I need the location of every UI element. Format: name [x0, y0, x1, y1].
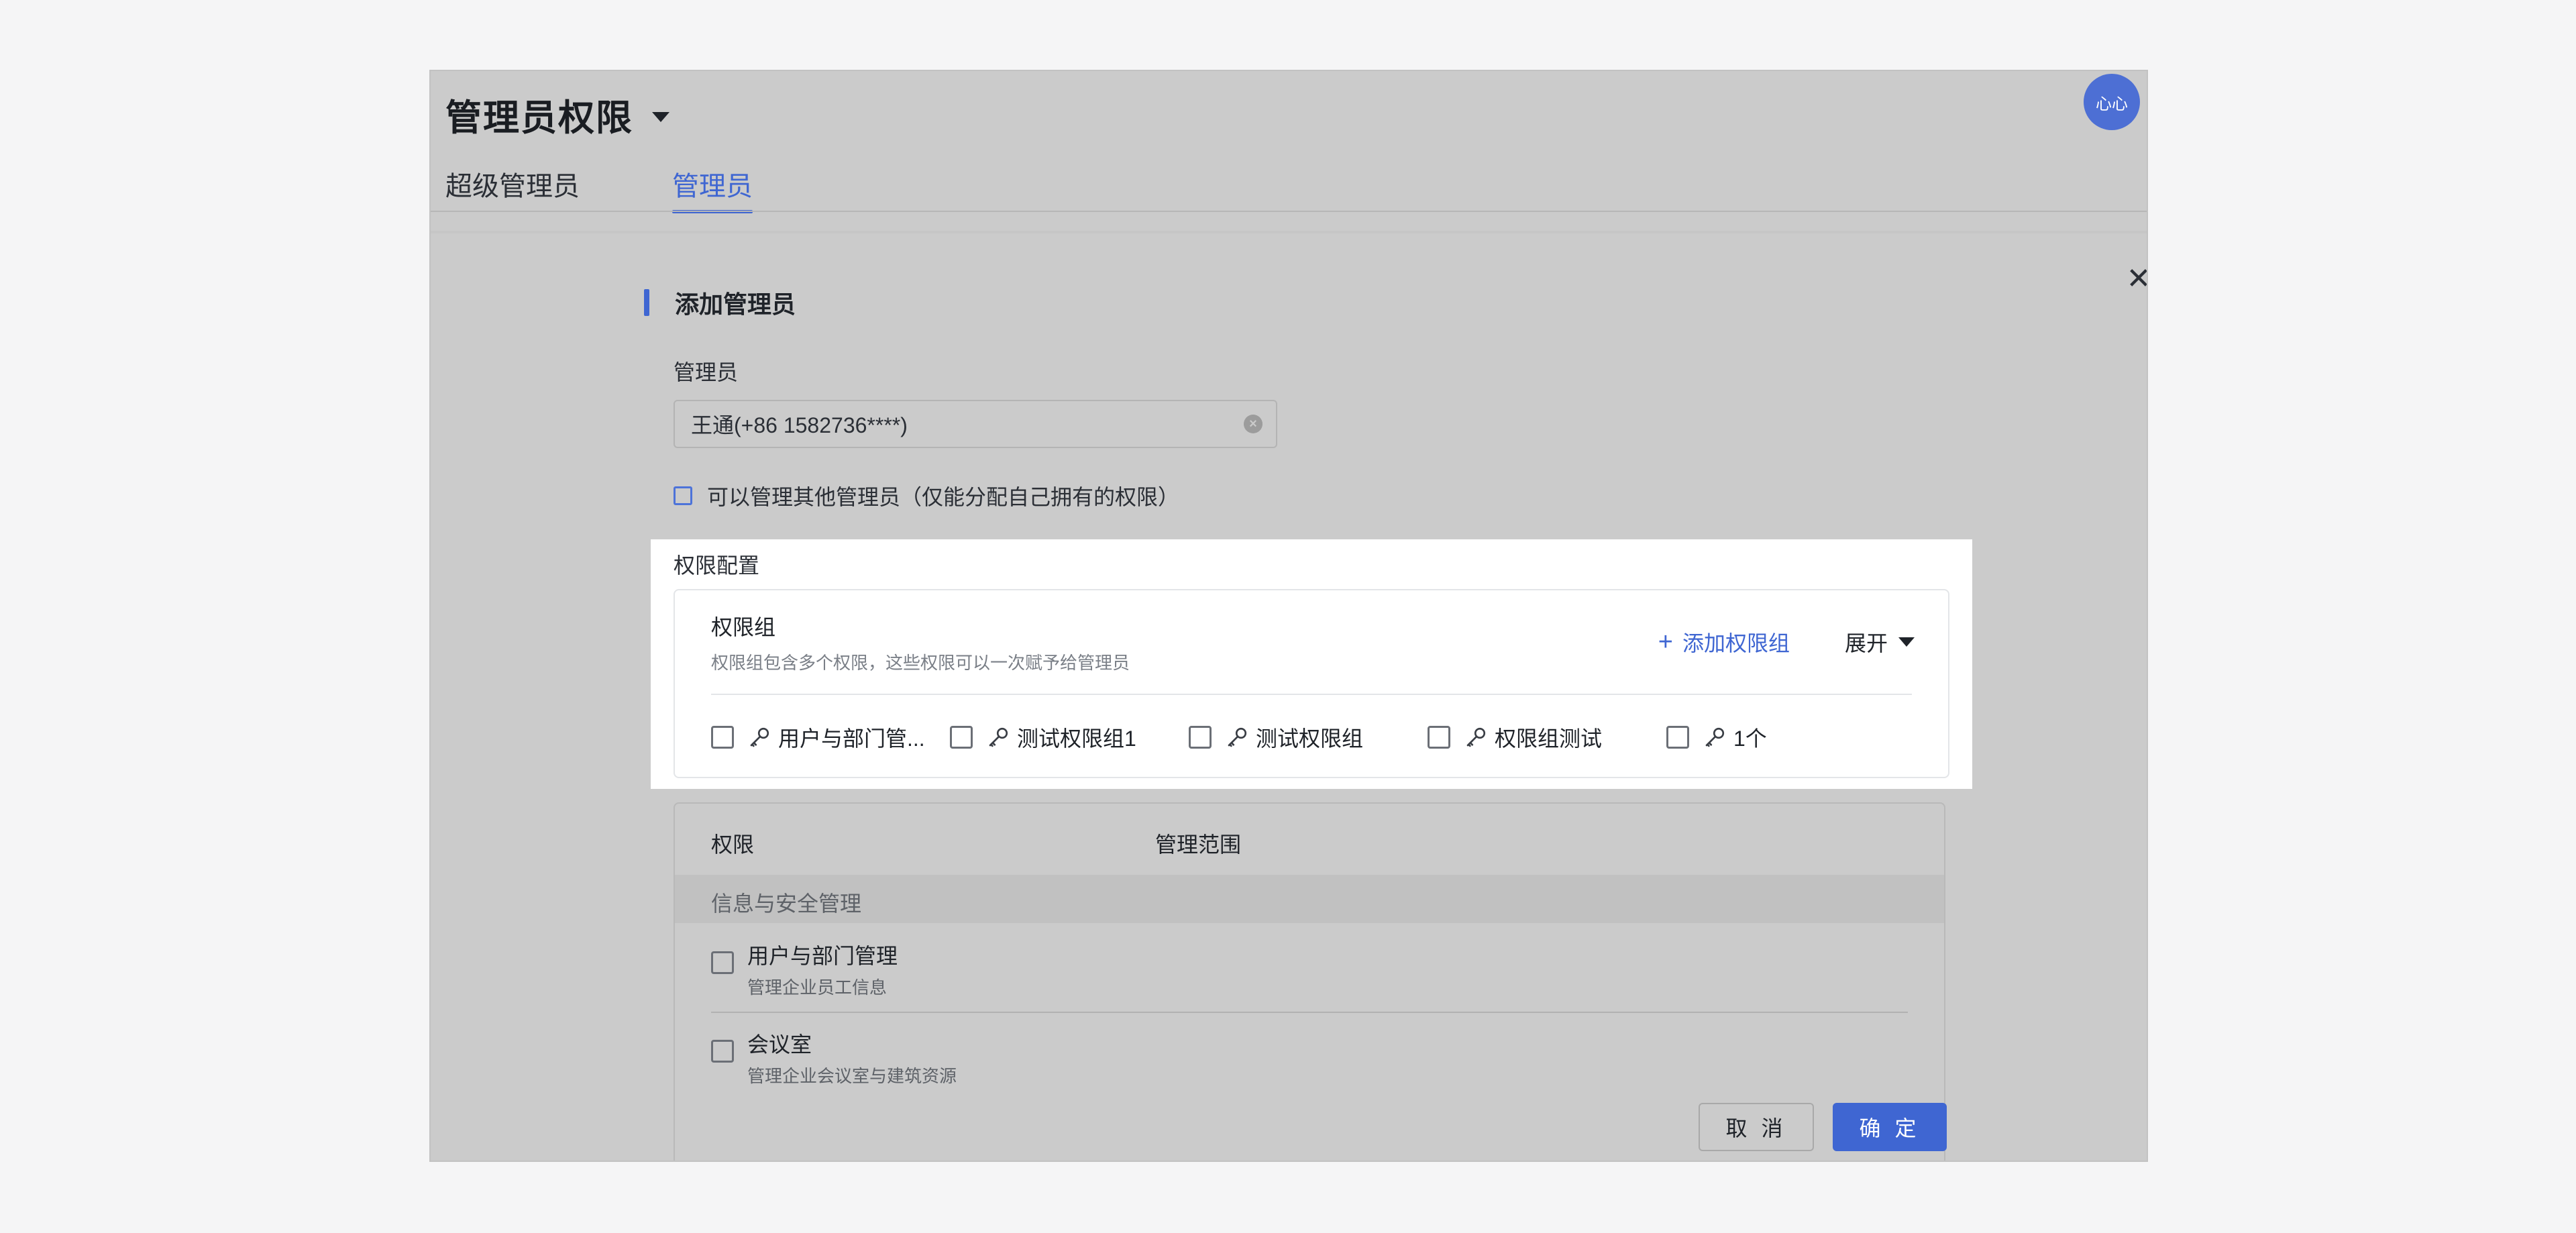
group-checkbox[interactable]	[711, 726, 734, 749]
permission-group-title: 权限组	[711, 615, 776, 639]
add-permission-group-button[interactable]: + 添加权限组	[1658, 627, 1790, 657]
key-icon	[989, 727, 1008, 747]
close-icon[interactable]: ✕	[2123, 263, 2147, 295]
group-checkbox[interactable]	[1189, 726, 1212, 749]
page-title: 管理员权限	[445, 97, 633, 138]
manage-others-checkbox[interactable]	[674, 486, 692, 505]
category-label: 信息与安全管理	[711, 892, 862, 916]
permission-group-item[interactable]: 1个	[1666, 722, 1905, 753]
category-row: 信息与安全管理	[675, 875, 1944, 923]
caret-down-icon	[1898, 637, 1915, 647]
group-label: 权限组测试	[1495, 727, 1603, 751]
permission-config-label: 权限配置	[674, 553, 760, 578]
plus-icon: +	[1658, 628, 1673, 656]
permission-name: 用户与部门管理	[747, 944, 898, 968]
permission-name: 会议室	[747, 1032, 812, 1057]
permission-desc: 管理企业员工信息	[747, 977, 888, 998]
permission-checkbox[interactable]	[711, 951, 734, 974]
tab-admin[interactable]: 管理员	[672, 160, 753, 213]
admin-permissions-window: 管理员权限 心心 超级管理员 管理员 ✕ 添加管理员 管理员 王通(+86 15…	[429, 70, 2148, 1162]
permission-group-desc: 权限组包含多个权限，这些权限可以一次赋予给管理员	[711, 653, 1130, 673]
permission-checkbox[interactable]	[711, 1040, 734, 1063]
group-checkbox[interactable]	[950, 726, 973, 749]
manage-others-option[interactable]: 可以管理其他管理员（仅能分配自己拥有的权限）	[674, 480, 1179, 511]
permission-group-item[interactable]: 测试权限组	[1189, 722, 1428, 753]
key-icon	[1228, 727, 1247, 747]
key-icon	[1705, 727, 1725, 747]
clear-icon[interactable]: ×	[1244, 415, 1263, 433]
avatar[interactable]: 心心	[2084, 74, 2140, 130]
admin-select[interactable]: 王通(+86 1582736****) ×	[674, 400, 1277, 448]
cancel-button[interactable]: 取 消	[1699, 1103, 1814, 1151]
header-divider	[431, 211, 2147, 212]
manage-others-label: 可以管理其他管理员（仅能分配自己拥有的权限）	[707, 485, 1180, 509]
permission-group-list: 用户与部门管... 测试权限组1 测试权限组 权限组测试 1个	[711, 722, 1905, 753]
column-header-permission: 权限	[711, 833, 755, 857]
title-dropdown-icon[interactable]	[652, 111, 669, 122]
section-header: 添加管理员	[644, 287, 796, 318]
expand-toggle[interactable]: 展开	[1845, 627, 1915, 657]
key-icon	[1466, 727, 1486, 747]
permission-group-card: 权限组 权限组包含多个权限，这些权限可以一次赋予给管理员 + 添加权限组 展开 …	[674, 589, 1949, 778]
table-row[interactable]: 会议室 管理企业会议室与建筑资源	[711, 1013, 1908, 1102]
group-divider	[711, 694, 1912, 695]
group-label: 1个	[1733, 727, 1767, 751]
add-permission-group-label: 添加权限组	[1682, 631, 1790, 655]
table-row[interactable]: 用户与部门管理 管理企业员工信息	[711, 924, 1908, 1013]
confirm-button[interactable]: 确 定	[1833, 1103, 1947, 1151]
group-label: 测试权限组1	[1017, 727, 1136, 751]
group-checkbox[interactable]	[1428, 726, 1450, 749]
admin-field-label: 管理员	[674, 360, 739, 384]
section-title: 添加管理员	[675, 290, 796, 318]
drawer-top-edge	[431, 231, 2147, 233]
group-label: 用户与部门管...	[778, 727, 925, 751]
admin-select-value: 王通(+86 1582736****)	[691, 413, 908, 437]
tab-super-admin[interactable]: 超级管理员	[445, 160, 580, 213]
column-header-scope: 管理范围	[1155, 833, 1242, 857]
permission-desc: 管理企业会议室与建筑资源	[747, 1066, 957, 1086]
permission-group-item[interactable]: 用户与部门管...	[711, 722, 950, 753]
title-row[interactable]: 管理员权限	[445, 81, 669, 148]
permission-group-item[interactable]: 权限组测试	[1428, 722, 1666, 753]
expand-label: 展开	[1844, 631, 1888, 655]
key-icon	[750, 727, 769, 747]
permission-group-item[interactable]: 测试权限组1	[950, 722, 1189, 753]
tab-bar: 超级管理员 管理员	[445, 160, 753, 213]
section-accent-bar	[644, 289, 649, 316]
permission-config-panel: 权限配置 权限组 权限组包含多个权限，这些权限可以一次赋予给管理员 + 添加权限…	[651, 539, 1972, 789]
group-label: 测试权限组	[1256, 727, 1364, 751]
group-checkbox[interactable]	[1666, 726, 1689, 749]
